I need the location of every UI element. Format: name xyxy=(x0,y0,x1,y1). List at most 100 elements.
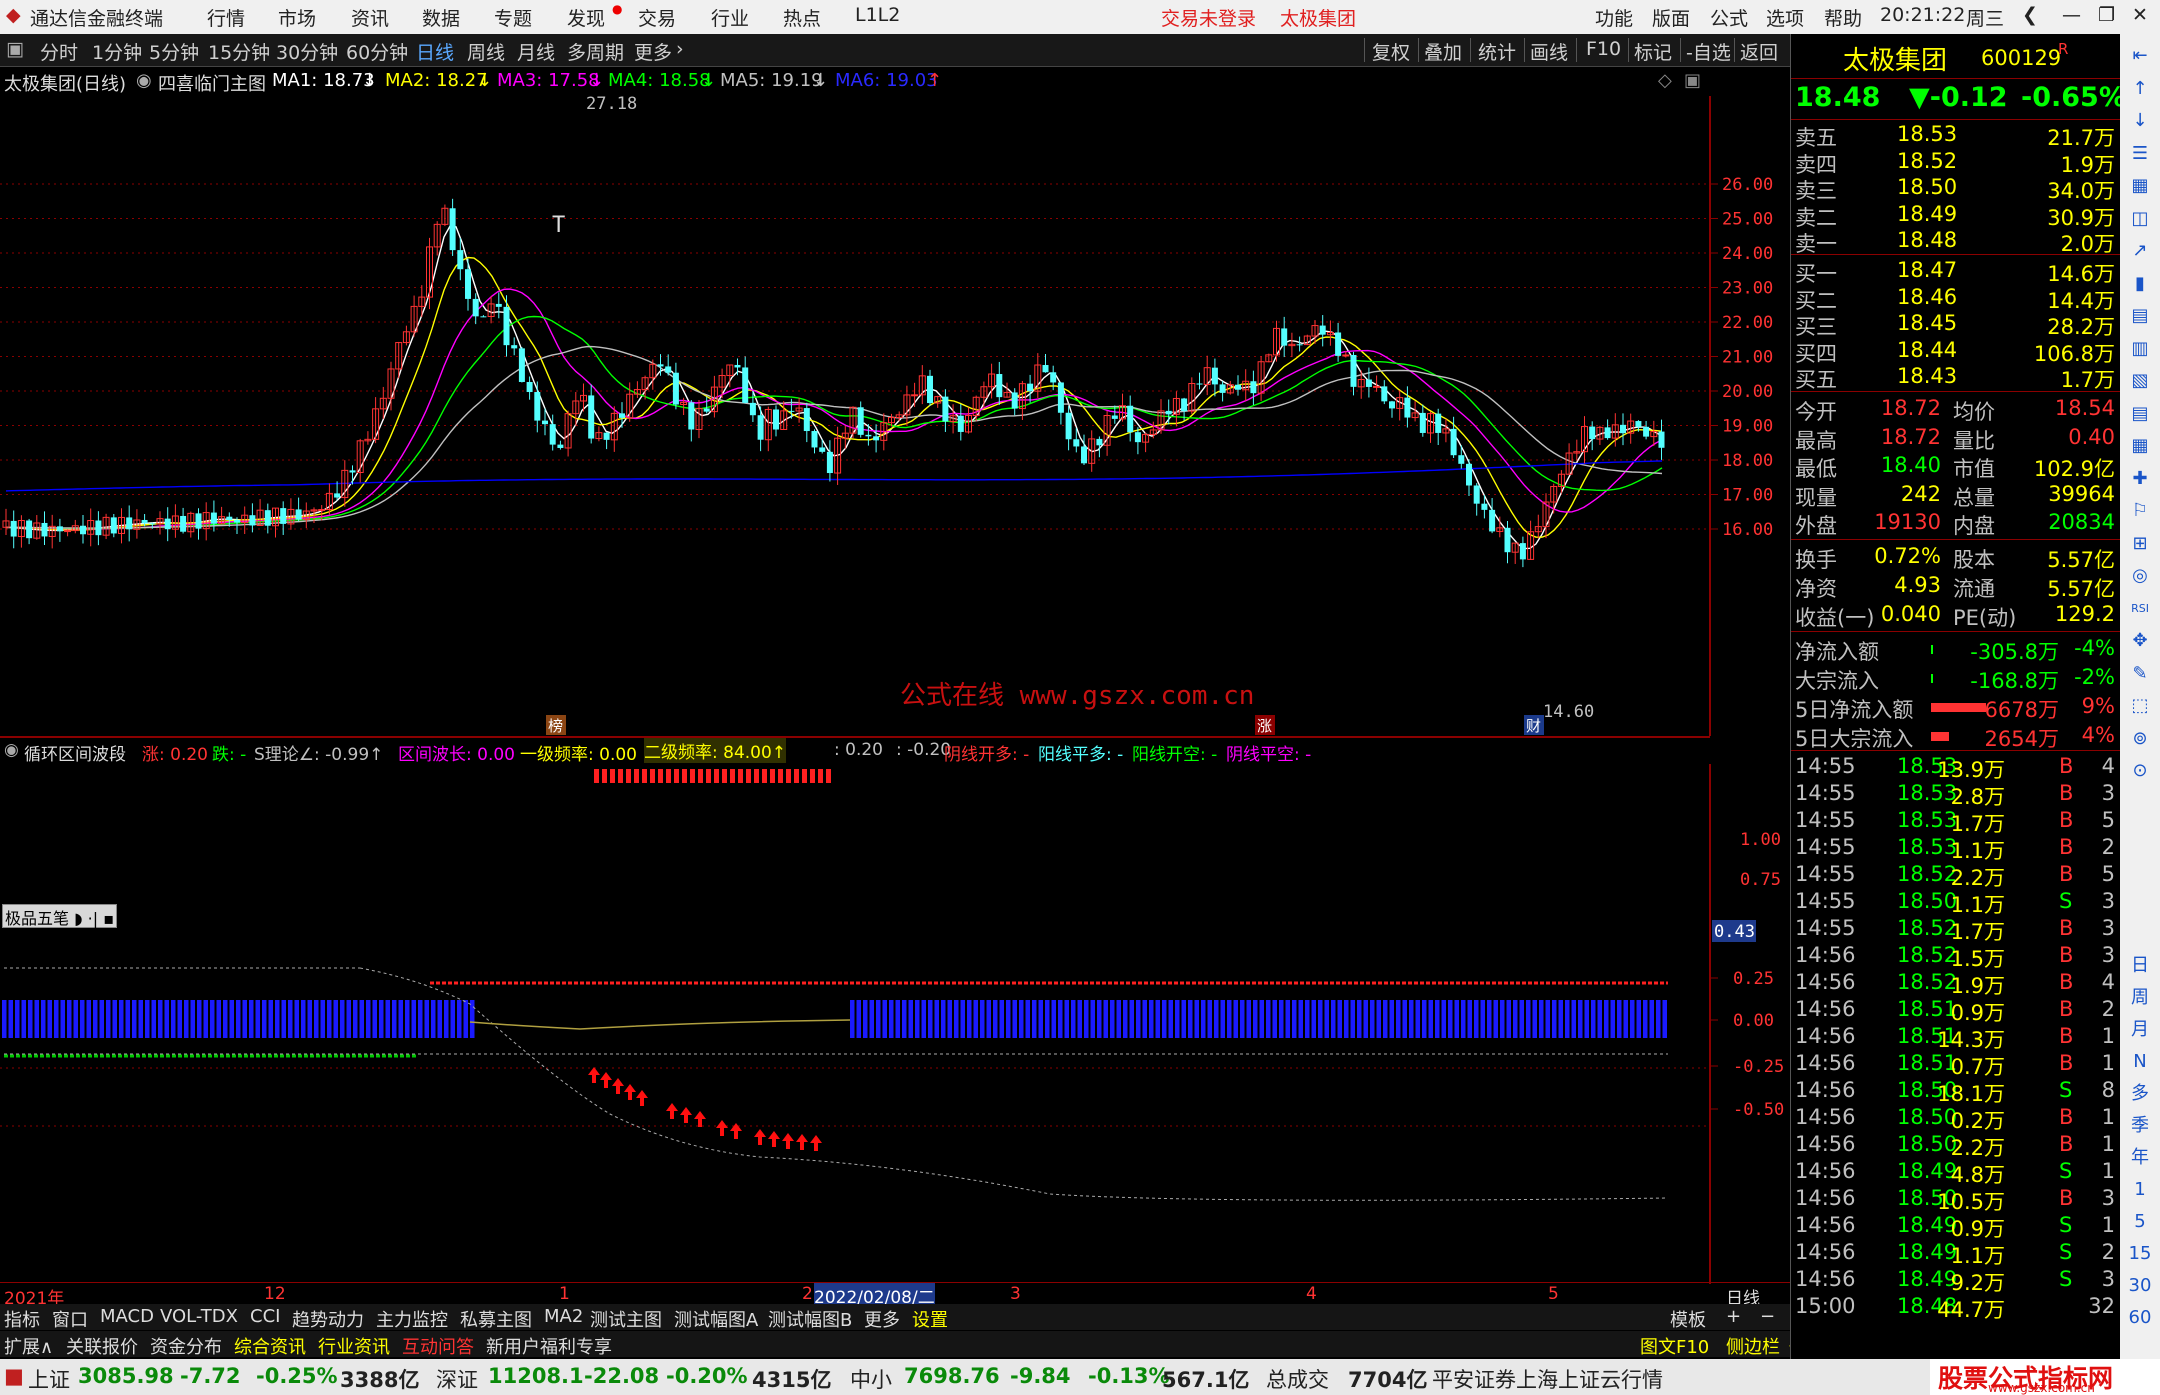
tool-back[interactable]: 返回 xyxy=(1740,38,1778,65)
layout-icon[interactable]: ⊞ xyxy=(2126,530,2154,558)
indicator-mode-icon[interactable]: ◗ xyxy=(74,909,82,928)
period-shortcut[interactable]: 30 xyxy=(2126,1272,2154,1300)
menu-function[interactable]: 功能 xyxy=(1595,4,1633,31)
menu-options[interactable]: 选项 xyxy=(1766,4,1804,31)
tab-add[interactable]: + xyxy=(1726,1306,1741,1327)
period-15min[interactable]: 15分钟 xyxy=(208,38,270,65)
period-multi[interactable]: 多周期 xyxy=(567,38,624,65)
tab-new-user[interactable]: 新用户福利专享 xyxy=(486,1333,612,1359)
tab-settings[interactable]: 设置 xyxy=(912,1306,948,1332)
period-shortcut[interactable]: 60 xyxy=(2126,1304,2154,1332)
tool-mark[interactable]: 标记 xyxy=(1634,38,1672,65)
tab-industry-news[interactable]: 行业资讯 xyxy=(318,1333,390,1359)
period-shortcut[interactable]: 周 xyxy=(2126,984,2154,1012)
panel-toggle-icon[interactable]: ▣ xyxy=(6,38,24,60)
menu-help[interactable]: 帮助 xyxy=(1824,4,1862,31)
period-timeshare[interactable]: 分时 xyxy=(40,38,78,65)
tab-more[interactable]: 更多 xyxy=(864,1306,900,1332)
tab-qa[interactable]: 互动问答 xyxy=(402,1333,474,1359)
minimize-icon[interactable]: — xyxy=(2062,4,2081,26)
period-shortcut[interactable]: 15 xyxy=(2126,1240,2154,1268)
rsi-icon[interactable]: RSI xyxy=(2126,595,2154,623)
period-30min[interactable]: 30分钟 xyxy=(276,38,338,65)
indicator-menu-icon[interactable]: ·| xyxy=(88,909,98,928)
candlestick-chart[interactable]: 26.00 25.00 24.00 23.00 22.00 21.00 20.00 19.00… xyxy=(0,96,1790,736)
tool-adjust[interactable]: 复权 xyxy=(1372,38,1410,65)
login-status[interactable]: 交易未登录 xyxy=(1161,4,1256,31)
trend-icon[interactable]: ↗ xyxy=(2126,237,2154,265)
period-shortcut[interactable]: 季 xyxy=(2126,1112,2154,1140)
period-60min[interactable]: 60分钟 xyxy=(346,38,408,65)
period-shortcut[interactable]: 5 xyxy=(2126,1208,2154,1236)
grid-icon[interactable]: ▦ xyxy=(2126,172,2154,200)
menu-layout[interactable]: 版面 xyxy=(1652,4,1690,31)
candle-icon[interactable]: ▮ xyxy=(2126,270,2154,298)
frame-icon[interactable]: ⬚ xyxy=(2126,692,2154,720)
tool-overlay[interactable]: 叠加 xyxy=(1424,38,1462,65)
window-icon[interactable]: ▣ xyxy=(1684,70,1701,91)
move-icon[interactable]: ✥ xyxy=(2126,627,2154,655)
tab-related-quotes[interactable]: 关联报价 xyxy=(66,1333,138,1359)
indicator1-name[interactable]: 循环区间波段 xyxy=(24,740,126,765)
tab-sidebar[interactable]: 侧边栏《 xyxy=(1726,1333,1798,1359)
pattern-icon[interactable]: ▧ xyxy=(2126,367,2154,395)
tab-test-b[interactable]: 测试幅图B xyxy=(768,1306,852,1332)
menu-quotes[interactable]: 行情 xyxy=(207,4,245,31)
tab-cci[interactable]: CCI xyxy=(250,1306,280,1327)
period-shortcut[interactable]: N xyxy=(2126,1048,2154,1076)
tool-stats[interactable]: 统计 xyxy=(1478,38,1516,65)
period-more[interactable]: 更多 xyxy=(634,38,672,65)
menu-industry[interactable]: 行业 xyxy=(711,4,749,31)
panel-icon[interactable]: ◫ xyxy=(2126,205,2154,233)
menu-discover[interactable]: 发现 xyxy=(567,4,605,31)
menu-formula[interactable]: 公式 xyxy=(1710,4,1748,31)
board-icon[interactable]: ▦ xyxy=(2126,432,2154,460)
table-icon[interactable]: ▤ xyxy=(2126,302,2154,330)
tab-template[interactable]: 模板 xyxy=(1670,1306,1706,1332)
columns-icon[interactable]: ▥ xyxy=(2126,335,2154,363)
collapse-icon[interactable]: ⇤ xyxy=(2126,42,2154,70)
tab-ma2[interactable]: MA2 xyxy=(544,1306,583,1327)
period-daily[interactable]: 日线 xyxy=(416,38,454,65)
server-name[interactable]: 平安证券上海上证云行情 xyxy=(1432,1364,1663,1394)
tab-fund-dist[interactable]: 资金分布 xyxy=(150,1333,222,1359)
sh-label[interactable]: 上证 xyxy=(28,1364,70,1394)
pen-icon[interactable]: ✎ xyxy=(2126,660,2154,688)
zx-label[interactable]: 中小 xyxy=(850,1364,892,1394)
menu-topics[interactable]: 专题 xyxy=(494,4,532,31)
menu-data[interactable]: 数据 xyxy=(422,4,460,31)
tab-test-a[interactable]: 测试幅图A xyxy=(674,1306,758,1332)
tab-remove[interactable]: − xyxy=(1760,1306,1775,1327)
tab-window[interactable]: 窗口 xyxy=(52,1306,88,1332)
tab-test-main[interactable]: 测试主图 xyxy=(590,1306,662,1332)
tab-trend[interactable]: 趋势动力 xyxy=(292,1306,364,1332)
report-icon[interactable]: ▤ xyxy=(2126,400,2154,428)
menu-hot[interactable]: 热点 xyxy=(783,4,821,31)
formula-name[interactable]: 四喜临门主图 xyxy=(158,70,266,96)
tab-general-news[interactable]: 综合资讯 xyxy=(234,1333,306,1359)
indicator-toggle-icon[interactable]: ◉ xyxy=(4,740,19,760)
up-icon[interactable]: ↑ xyxy=(2126,75,2154,103)
period-monthly[interactable]: 月线 xyxy=(517,38,555,65)
tab-main-monitor[interactable]: 主力监控 xyxy=(376,1306,448,1332)
chevron-right-icon[interactable]: › xyxy=(676,38,684,60)
period-shortcut[interactable]: 多 xyxy=(2126,1080,2154,1108)
period-shortcut[interactable]: 月 xyxy=(2126,1016,2154,1044)
back-arrow-icon[interactable]: ❮ xyxy=(2022,4,2038,26)
menu-market[interactable]: 市场 xyxy=(278,4,316,31)
indicator-chart[interactable]: 1.00 0.75 0.25 0.00 -0.25 -0.50 0.43 xyxy=(0,764,1790,1284)
tab-indicator[interactable]: 指标 xyxy=(4,1306,40,1332)
tab-expand[interactable]: 扩展∧ xyxy=(4,1333,53,1359)
tab-f10[interactable]: 图文F10 xyxy=(1640,1333,1709,1359)
menu-trade[interactable]: 交易 xyxy=(638,4,676,31)
indicator-close-icon[interactable]: ▪ xyxy=(103,909,114,928)
tool-draw[interactable]: 画线 xyxy=(1530,38,1568,65)
flag-icon[interactable]: ⚐ xyxy=(2126,497,2154,525)
tab-macd[interactable]: MACD xyxy=(100,1306,154,1327)
restore-icon[interactable]: ❐ xyxy=(2098,4,2115,26)
indicator2-tab[interactable]: 极品五笔 ◗ ·| ▪ xyxy=(2,904,118,928)
period-5min[interactable]: 5分钟 xyxy=(149,38,199,65)
tool-watchlist[interactable]: -自选 xyxy=(1686,38,1731,65)
period-weekly[interactable]: 周线 xyxy=(467,38,505,65)
period-shortcut[interactable]: 年 xyxy=(2126,1144,2154,1172)
